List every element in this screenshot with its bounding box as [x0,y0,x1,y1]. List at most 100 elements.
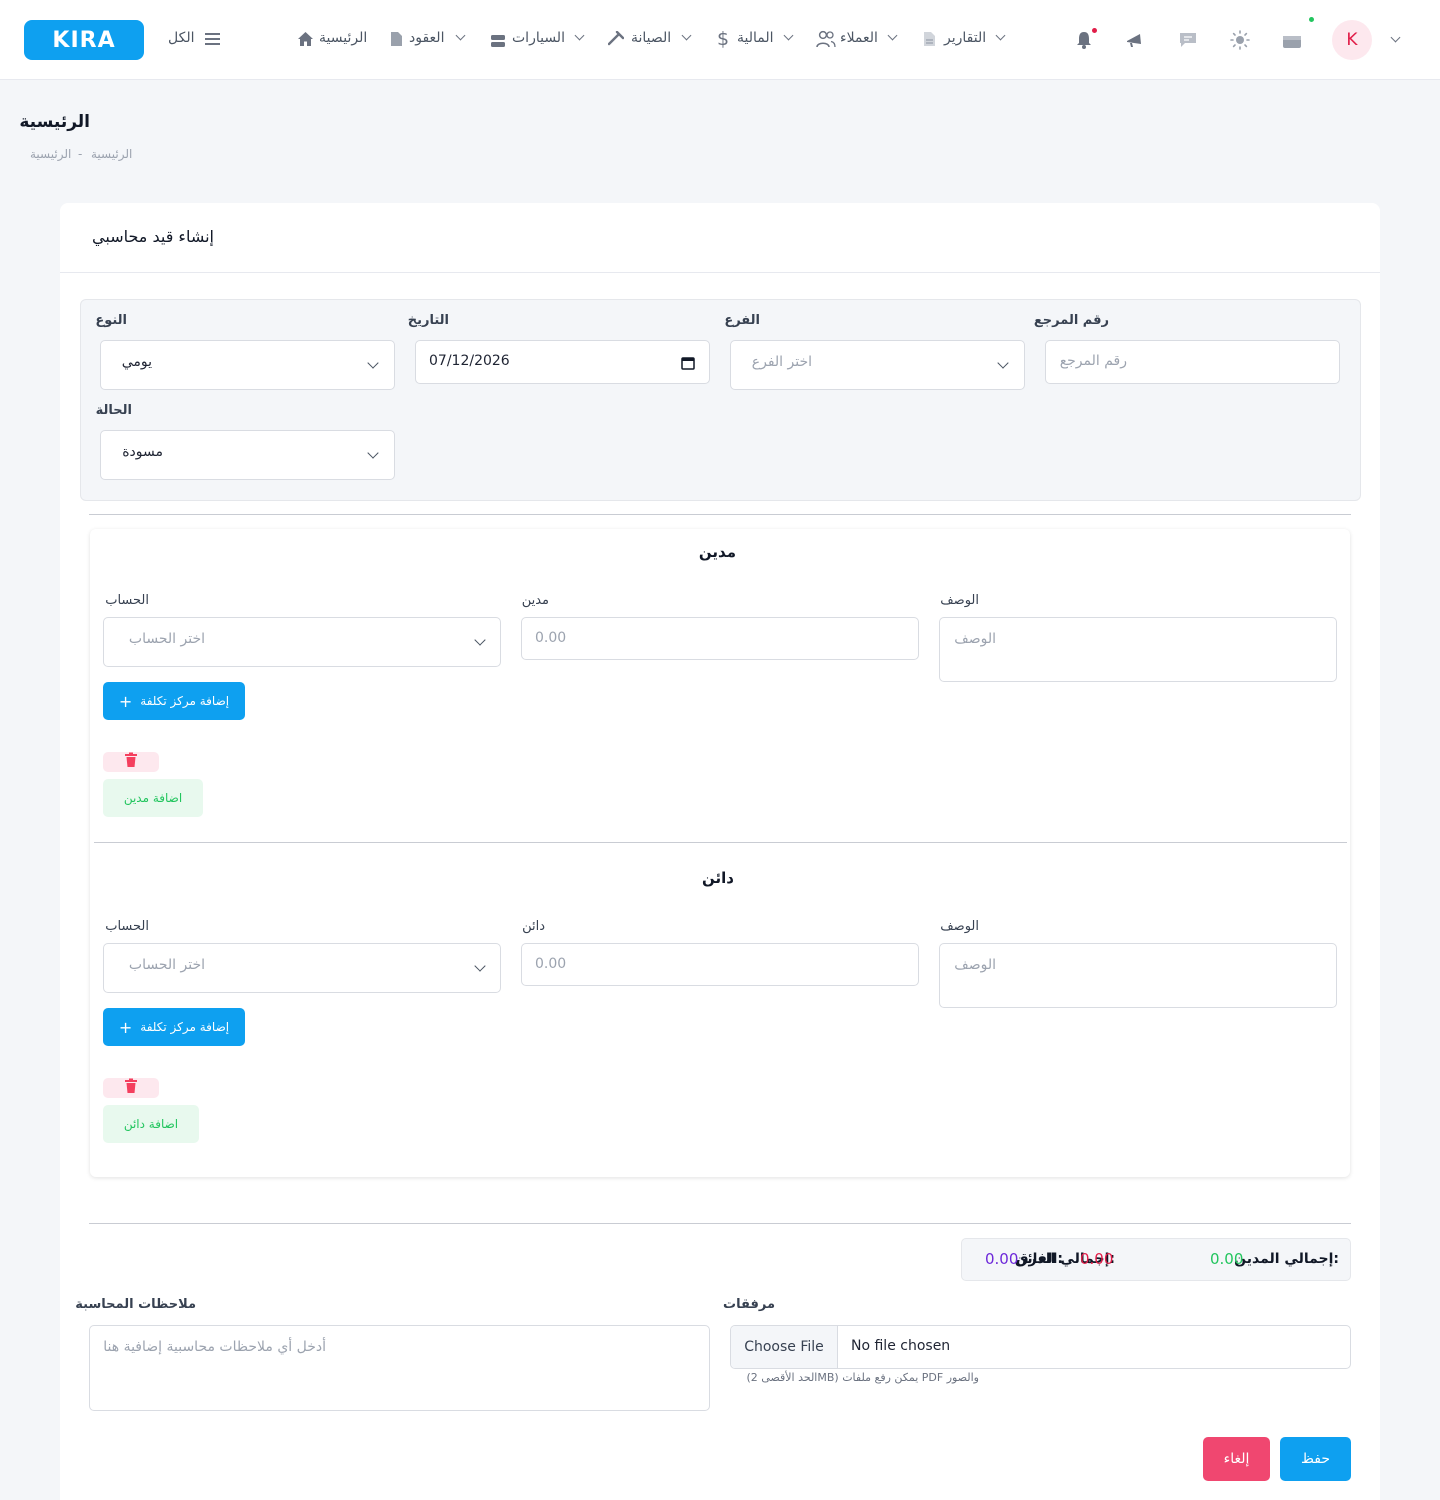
calendar-icon[interactable] [681,355,695,374]
divider [89,1223,1351,1224]
gift-icon[interactable] [1280,28,1304,52]
debit-account-select[interactable]: اختر الحساب [103,617,501,667]
divider [60,272,1380,273]
debit-delete-button[interactable] [103,752,159,772]
nav-item-reports[interactable]: التقارير [944,30,986,46]
difference-label: الفرق: [1016,1251,1063,1267]
credit-delete-button[interactable] [103,1078,159,1098]
credit-section-title: دائن [702,869,734,887]
debit-description-label: الوصف [940,593,979,608]
card-title: إنشاء قيد محاسبي [92,227,214,246]
cancel-button[interactable]: إلغاء [1203,1437,1270,1481]
divider [89,514,1351,515]
date-label: التاريخ [407,313,449,328]
sun-icon[interactable] [1228,28,1252,52]
nav-item-home[interactable]: الرئيسية [319,30,367,46]
chevron-down-icon [474,634,486,646]
document-icon [390,31,403,51]
upload-hint: (الحد الأقصى 2MB) يمكن رفع ملفات PDF وال… [746,1371,980,1384]
difference-value: 0.00 [985,1250,1019,1268]
reference-input[interactable]: رقم المرجع [1045,340,1340,384]
plus-icon: + [118,1017,133,1037]
menu-all-label[interactable]: الكل [168,30,195,46]
nav-item-contracts[interactable]: العقود [409,30,444,46]
chevron-down-icon [367,357,379,369]
debit-description-placeholder: الوصف [954,631,996,647]
nav-item-customers[interactable]: العملاء [840,30,878,46]
debit-cost-center-label: إضافة مركز تكلفة [140,694,230,708]
type-label: النوع [95,313,127,328]
chat-icon[interactable] [1176,28,1200,52]
add-debit-button[interactable]: اضافة مدين [103,779,203,817]
credit-cost-center-label: إضافة مركز تكلفة [140,1020,230,1034]
wrench-icon [607,30,625,50]
status-select[interactable]: مسودة [100,430,395,480]
type-select[interactable]: يومي [100,340,395,390]
home-icon [297,31,314,51]
notes-textarea[interactable]: أدخل أي ملاحظات محاسبية إضافية هنا [89,1325,710,1411]
breadcrumb-separator: - [78,147,83,161]
date-input[interactable]: 07/12/2026 [415,340,710,384]
breadcrumb-home[interactable]: الرئيسية [91,147,132,161]
avatar[interactable]: K [1332,20,1372,60]
megaphone-icon[interactable] [1124,28,1148,52]
breadcrumb-current: الرئيسية [30,147,72,161]
debit-section-title: مدين [698,543,736,561]
credit-amount-input[interactable]: 0.00 [521,943,919,986]
credit-account-placeholder: اختر الحساب [128,957,205,973]
divider [94,842,1347,843]
notes-placeholder: أدخل أي ملاحظات محاسبية إضافية هنا [103,1339,326,1355]
credit-description-placeholder: الوصف [954,957,996,973]
chevron-down-icon [367,447,379,459]
type-value: يومي [121,354,152,370]
plus-icon: + [118,691,133,711]
file-upload-input[interactable]: Choose File No file chosen [730,1325,1351,1369]
notification-dot [1092,28,1097,33]
kira-logo[interactable]: KIRA [24,20,144,60]
branch-label: الفرع [724,313,760,328]
credit-add-cost-center-button[interactable]: + إضافة مركز تكلفة [103,1008,245,1046]
credit-description-label: الوصف [940,919,979,934]
status-value: مسودة [122,444,163,460]
credit-account-label: الحساب [105,919,149,934]
chevron-down-icon [997,357,1009,369]
status-dot [1309,17,1314,22]
reference-label: رقم المرجع [1033,313,1109,328]
notes-label: ملاحظات المحاسبة [75,1297,196,1312]
page-title: الرئيسية [19,112,90,132]
total-debit-label: إجمالي المدين: [1234,1251,1339,1267]
credit-account-select[interactable]: اختر الحساب [103,943,501,993]
debit-amount-placeholder: 0.00 [535,630,567,646]
debit-account-label: الحساب [105,593,149,608]
debit-amount-label: مدين [521,593,549,608]
add-credit-button[interactable]: اضافة دائن [103,1105,199,1143]
file-status: No file chosen [851,1338,951,1354]
reference-placeholder: رقم المرجع [1059,353,1127,369]
branch-placeholder: اختر الفرع [751,354,812,370]
branch-select[interactable]: اختر الفرع [730,340,1025,390]
users-icon [816,30,836,52]
debit-description-input[interactable]: الوصف [939,617,1337,682]
choose-file-button[interactable]: Choose File [731,1326,838,1368]
nav-item-maintenance[interactable]: الصيانة [631,30,671,46]
credit-amount-label: دائن [522,919,545,934]
car-icon [491,33,505,52]
nav-item-cars[interactable]: السيارات [512,30,565,46]
nav-item-finance[interactable]: المالية [737,30,774,46]
dollar-icon: $ [717,28,730,50]
debit-amount-input[interactable]: 0.00 [521,617,919,660]
debit-account-placeholder: اختر الحساب [128,631,205,647]
total-debit-value: 0.00 [1210,1250,1244,1268]
date-value: 07/12/2026 [429,353,510,369]
status-label: الحالة [95,403,132,418]
attachments-label: مرفقات [723,1297,775,1312]
chevron-down-icon [474,960,486,972]
trash-icon [124,752,138,772]
hamburger-icon[interactable] [205,33,220,45]
debit-add-cost-center-button[interactable]: + إضافة مركز تكلفة [103,682,245,720]
total-credit-value: 0.00 [1080,1250,1114,1268]
report-icon [923,31,936,51]
credit-description-input[interactable]: الوصف [939,943,1337,1008]
save-button[interactable]: حفظ [1280,1437,1351,1481]
credit-amount-placeholder: 0.00 [535,956,567,972]
